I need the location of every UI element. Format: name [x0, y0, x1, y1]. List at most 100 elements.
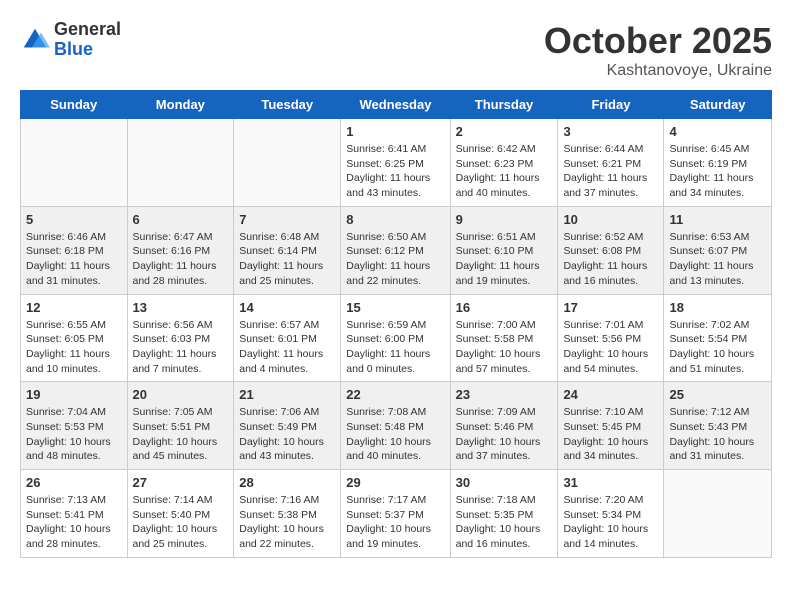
page-header: General Blue October 2025 Kashtanovoye, … [20, 20, 772, 80]
calendar-cell: 8Sunrise: 6:50 AMSunset: 6:12 PMDaylight… [341, 206, 450, 294]
calendar-week-row-1: 1 Sunrise: 6:41 AMSunset: 6:25 PMDaylight… [21, 119, 772, 207]
day-number: 2 [456, 124, 553, 139]
calendar-cell: 16 Sunrise: 7:00 AMSunset: 5:58 PMDayligh… [450, 294, 558, 382]
calendar-cell: 10 Sunrise: 6:52 AMSunset: 6:08 PMDayligh… [558, 206, 664, 294]
day-info: Sunrise: 7:14 AMSunset: 5:40 PMDaylight:… [133, 493, 229, 552]
day-info: Sunrise: 6:46 AMSunset: 6:18 PMDaylight:… [26, 230, 122, 289]
calendar-header-saturday: Saturday [664, 91, 772, 119]
day-number: 28 [239, 475, 335, 490]
day-info: Sunrise: 7:02 AMSunset: 5:54 PMDaylight:… [669, 318, 766, 377]
day-info: Sunrise: 7:16 AMSunset: 5:38 PMDaylight:… [239, 493, 335, 552]
day-number: 27 [133, 475, 229, 490]
day-info: Sunrise: 6:52 AMSunset: 6:08 PMDaylight:… [563, 230, 658, 289]
calendar-cell: 19Sunrise: 7:04 AMSunset: 5:53 PMDayligh… [21, 382, 128, 470]
day-info: Sunrise: 6:42 AMSunset: 6:23 PMDaylight:… [456, 142, 553, 201]
calendar-cell [234, 119, 341, 207]
calendar-cell: 28 Sunrise: 7:16 AMSunset: 5:38 PMDayligh… [234, 470, 341, 558]
day-number: 6 [133, 212, 229, 227]
day-number: 11 [669, 212, 766, 227]
day-number: 18 [669, 300, 766, 315]
day-number: 15 [346, 300, 444, 315]
calendar-cell: 13Sunrise: 6:56 AMSunset: 6:03 PMDayligh… [127, 294, 234, 382]
calendar-week-row-5: 26 Sunrise: 7:13 AMSunset: 5:41 PMDayligh… [21, 470, 772, 558]
calendar-cell: 11 Sunrise: 6:53 AMSunset: 6:07 PMDayligh… [664, 206, 772, 294]
calendar-cell: 23 Sunrise: 7:09 AMSunset: 5:46 PMDayligh… [450, 382, 558, 470]
day-info: Sunrise: 6:50 AMSunset: 6:12 PMDaylight:… [346, 230, 444, 289]
day-number: 30 [456, 475, 553, 490]
day-number: 24 [563, 387, 658, 402]
day-info: Sunrise: 7:18 AMSunset: 5:35 PMDaylight:… [456, 493, 553, 552]
calendar-cell: 14 Sunrise: 6:57 AMSunset: 6:01 PMDayligh… [234, 294, 341, 382]
title-block: October 2025 Kashtanovoye, Ukraine [544, 20, 772, 80]
day-number: 16 [456, 300, 553, 315]
calendar-cell: 2 Sunrise: 6:42 AMSunset: 6:23 PMDaylight… [450, 119, 558, 207]
day-number: 21 [239, 387, 335, 402]
calendar-cell: 30 Sunrise: 7:18 AMSunset: 5:35 PMDayligh… [450, 470, 558, 558]
calendar-header-wednesday: Wednesday [341, 91, 450, 119]
calendar-cell: 5Sunrise: 6:46 AMSunset: 6:18 PMDaylight… [21, 206, 128, 294]
logo: General Blue [20, 20, 121, 60]
calendar-header-row: SundayMondayTuesdayWednesdayThursdayFrid… [21, 91, 772, 119]
day-info: Sunrise: 6:53 AMSunset: 6:07 PMDaylight:… [669, 230, 766, 289]
day-info: Sunrise: 6:45 AMSunset: 6:19 PMDaylight:… [669, 142, 766, 201]
calendar-header-tuesday: Tuesday [234, 91, 341, 119]
day-info: Sunrise: 7:01 AMSunset: 5:56 PMDaylight:… [563, 318, 658, 377]
day-info: Sunrise: 7:13 AMSunset: 5:41 PMDaylight:… [26, 493, 122, 552]
day-number: 13 [133, 300, 229, 315]
calendar-cell: 12 Sunrise: 6:55 AMSunset: 6:05 PMDayligh… [21, 294, 128, 382]
calendar-week-row-3: 12 Sunrise: 6:55 AMSunset: 6:05 PMDayligh… [21, 294, 772, 382]
calendar-header-friday: Friday [558, 91, 664, 119]
day-info: Sunrise: 7:10 AMSunset: 5:45 PMDaylight:… [563, 405, 658, 464]
day-info: Sunrise: 6:57 AMSunset: 6:01 PMDaylight:… [239, 318, 335, 377]
calendar-table: SundayMondayTuesdayWednesdayThursdayFrid… [20, 90, 772, 558]
calendar-cell: 22Sunrise: 7:08 AMSunset: 5:48 PMDayligh… [341, 382, 450, 470]
calendar-cell: 26 Sunrise: 7:13 AMSunset: 5:41 PMDayligh… [21, 470, 128, 558]
day-number: 7 [239, 212, 335, 227]
calendar-cell: 24 Sunrise: 7:10 AMSunset: 5:45 PMDayligh… [558, 382, 664, 470]
calendar-cell: 31Sunrise: 7:20 AMSunset: 5:34 PMDayligh… [558, 470, 664, 558]
day-info: Sunrise: 7:17 AMSunset: 5:37 PMDaylight:… [346, 493, 444, 552]
day-number: 12 [26, 300, 122, 315]
day-number: 25 [669, 387, 766, 402]
day-number: 20 [133, 387, 229, 402]
logo-general-text: General [54, 20, 121, 40]
calendar-cell: 15 Sunrise: 6:59 AMSunset: 6:00 PMDayligh… [341, 294, 450, 382]
day-number: 10 [563, 212, 658, 227]
calendar-cell [21, 119, 128, 207]
location: Kashtanovoye, Ukraine [544, 62, 772, 80]
calendar-cell: 17 Sunrise: 7:01 AMSunset: 5:56 PMDayligh… [558, 294, 664, 382]
calendar-week-row-2: 5Sunrise: 6:46 AMSunset: 6:18 PMDaylight… [21, 206, 772, 294]
day-number: 4 [669, 124, 766, 139]
day-info: Sunrise: 6:59 AMSunset: 6:00 PMDaylight:… [346, 318, 444, 377]
calendar-cell: 6 Sunrise: 6:47 AMSunset: 6:16 PMDaylight… [127, 206, 234, 294]
day-info: Sunrise: 6:48 AMSunset: 6:14 PMDaylight:… [239, 230, 335, 289]
logo-text: General Blue [54, 20, 121, 60]
calendar-cell: 7 Sunrise: 6:48 AMSunset: 6:14 PMDaylight… [234, 206, 341, 294]
day-number: 23 [456, 387, 553, 402]
day-info: Sunrise: 6:55 AMSunset: 6:05 PMDaylight:… [26, 318, 122, 377]
day-info: Sunrise: 6:41 AMSunset: 6:25 PMDaylight:… [346, 142, 444, 201]
day-number: 3 [563, 124, 658, 139]
day-info: Sunrise: 7:20 AMSunset: 5:34 PMDaylight:… [563, 493, 658, 552]
calendar-week-row-4: 19Sunrise: 7:04 AMSunset: 5:53 PMDayligh… [21, 382, 772, 470]
day-info: Sunrise: 7:05 AMSunset: 5:51 PMDaylight:… [133, 405, 229, 464]
day-info: Sunrise: 7:00 AMSunset: 5:58 PMDaylight:… [456, 318, 553, 377]
day-info: Sunrise: 7:04 AMSunset: 5:53 PMDaylight:… [26, 405, 122, 464]
calendar-cell: 27 Sunrise: 7:14 AMSunset: 5:40 PMDayligh… [127, 470, 234, 558]
calendar-cell: 1 Sunrise: 6:41 AMSunset: 6:25 PMDaylight… [341, 119, 450, 207]
calendar-header-monday: Monday [127, 91, 234, 119]
day-number: 14 [239, 300, 335, 315]
calendar-cell: 25 Sunrise: 7:12 AMSunset: 5:43 PMDayligh… [664, 382, 772, 470]
day-number: 29 [346, 475, 444, 490]
calendar-cell: 4 Sunrise: 6:45 AMSunset: 6:19 PMDaylight… [664, 119, 772, 207]
calendar-cell: 29 Sunrise: 7:17 AMSunset: 5:37 PMDayligh… [341, 470, 450, 558]
day-number: 1 [346, 124, 444, 139]
day-number: 26 [26, 475, 122, 490]
day-info: Sunrise: 7:09 AMSunset: 5:46 PMDaylight:… [456, 405, 553, 464]
day-info: Sunrise: 7:12 AMSunset: 5:43 PMDaylight:… [669, 405, 766, 464]
logo-icon [20, 25, 50, 55]
calendar-header-thursday: Thursday [450, 91, 558, 119]
day-number: 17 [563, 300, 658, 315]
day-info: Sunrise: 6:47 AMSunset: 6:16 PMDaylight:… [133, 230, 229, 289]
calendar-cell: 20 Sunrise: 7:05 AMSunset: 5:51 PMDayligh… [127, 382, 234, 470]
